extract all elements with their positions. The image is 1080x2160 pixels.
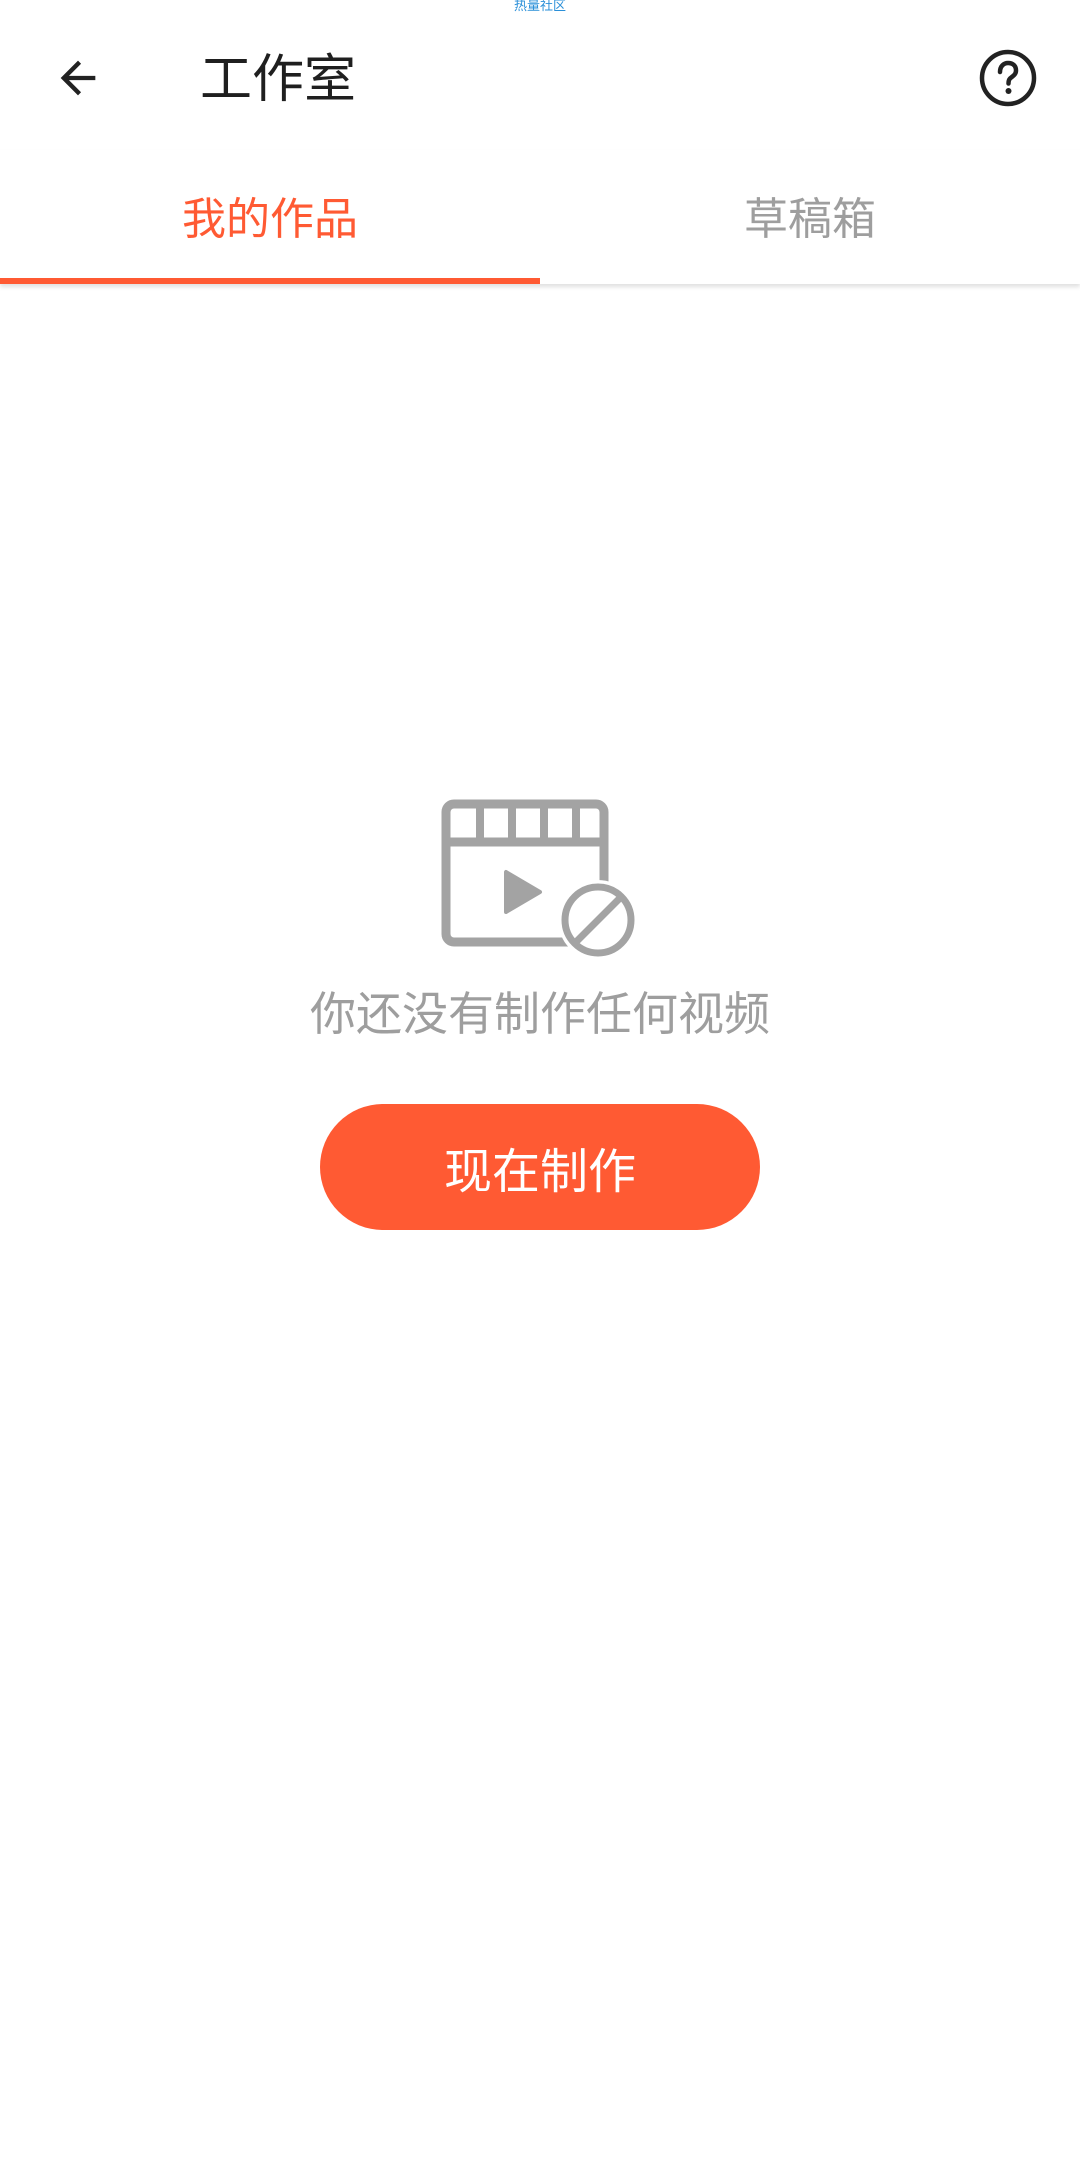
app-bar: 工作室 [0, 0, 1080, 150]
tab-my-works[interactable]: 我的作品 [0, 150, 540, 284]
tab-drafts-label: 草稿箱 [744, 194, 876, 245]
empty-message: 你还没有制作任何视频 [310, 987, 770, 1041]
tab-my-works-label: 我的作品 [182, 194, 358, 245]
back-button[interactable] [36, 36, 120, 120]
question-circle-icon [979, 49, 1037, 107]
help-button[interactable] [966, 36, 1050, 120]
create-now-label: 现在制作 [443, 1144, 636, 1200]
tab-drafts[interactable]: 草稿箱 [540, 150, 1080, 284]
create-now-button[interactable]: 现在制作 [320, 1104, 760, 1230]
arrow-left-icon [60, 60, 96, 96]
screen: 热量社区 工作室 我的作品 草稿箱 你还没有制作任何视频 现在制作 [0, 0, 1080, 2160]
empty-state: 你还没有制作任何视频 现在制作 [0, 790, 1080, 1230]
page-title: 工作室 [200, 50, 357, 110]
tab-active-indicator [0, 278, 540, 284]
video-blocked-icon [441, 799, 638, 960]
tab-bar: 我的作品 草稿箱 [0, 150, 1080, 284]
